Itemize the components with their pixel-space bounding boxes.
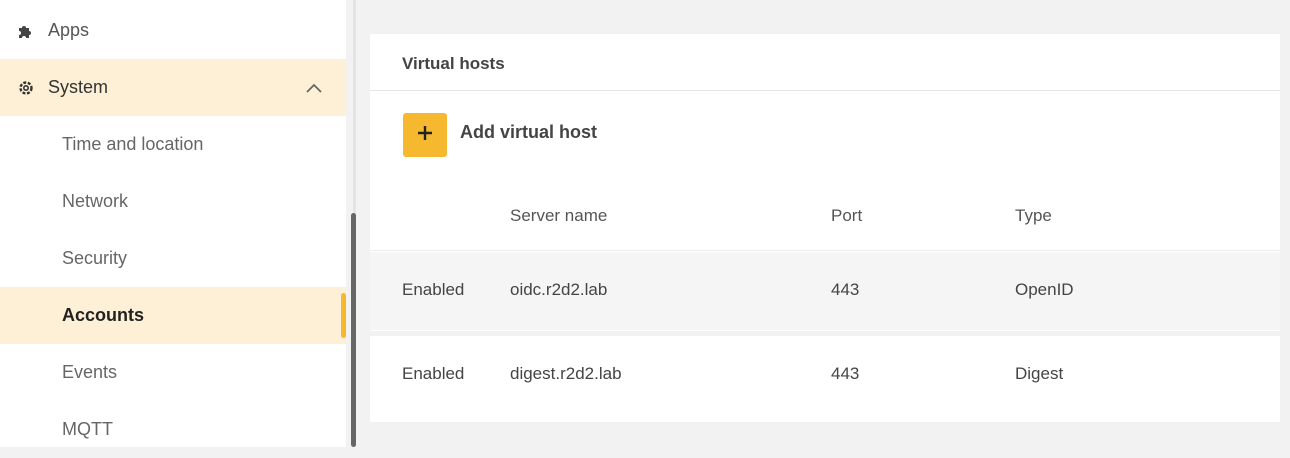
type-cell: OpenID <box>1015 280 1074 299</box>
gear-icon <box>16 78 36 98</box>
divider <box>370 90 1280 91</box>
sidebar-item-label: Network <box>62 191 129 211</box>
virtual-hosts-card: Virtual hosts Add virtual host Server na… <box>370 34 1280 422</box>
table-row[interactable]: Enabled oidc.r2d2.lab 443 OpenID <box>370 252 1280 330</box>
port-cell: 443 <box>831 364 860 383</box>
sidebar-item-label: Security <box>62 248 128 268</box>
status-cell: Enabled <box>402 280 465 299</box>
table-row[interactable]: Enabled digest.r2d2.lab 443 Digest <box>370 336 1280 414</box>
add-virtual-host-label[interactable]: Add virtual host <box>460 122 597 143</box>
sidebar-item-label: System <box>48 77 109 97</box>
plus-icon <box>416 124 434 147</box>
active-indicator <box>341 293 346 338</box>
add-virtual-host-button[interactable] <box>403 113 447 157</box>
sidebar: Apps System Time and location Network Se… <box>0 0 346 447</box>
sidebar-item-label: Time and location <box>62 134 204 154</box>
sidebar-item-label: Apps <box>48 20 90 40</box>
chevron-up-icon[interactable] <box>306 77 322 98</box>
sidebar-item-security[interactable]: Security <box>0 230 346 287</box>
sidebar-item-label: MQTT <box>62 419 113 439</box>
column-header-port[interactable]: Port <box>831 206 862 226</box>
sidebar-item-time-and-location[interactable]: Time and location <box>0 116 346 173</box>
sidebar-item-mqtt[interactable]: MQTT <box>0 401 346 458</box>
sidebar-item-network[interactable]: Network <box>0 173 346 230</box>
type-cell: Digest <box>1015 364 1064 383</box>
server-name-cell: oidc.r2d2.lab <box>510 280 608 299</box>
sidebar-item-events[interactable]: Events <box>0 344 346 401</box>
column-header-type[interactable]: Type <box>1015 206 1052 226</box>
puzzle-icon <box>16 21 36 41</box>
divider <box>370 250 1280 251</box>
status-cell: Enabled <box>402 364 465 383</box>
port-cell: 443 <box>831 280 860 299</box>
sidebar-item-label: Accounts <box>62 305 145 325</box>
sidebar-item-label: Events <box>62 362 118 382</box>
sidebar-item-system[interactable]: System <box>0 59 346 116</box>
sidebar-item-apps[interactable]: Apps <box>0 2 346 59</box>
sidebar-item-accounts[interactable]: Accounts <box>0 287 346 344</box>
card-title: Virtual hosts <box>402 54 505 73</box>
server-name-cell: digest.r2d2.lab <box>510 364 622 383</box>
sidebar-scrollbar[interactable] <box>351 213 356 447</box>
column-header-server-name[interactable]: Server name <box>510 206 607 226</box>
